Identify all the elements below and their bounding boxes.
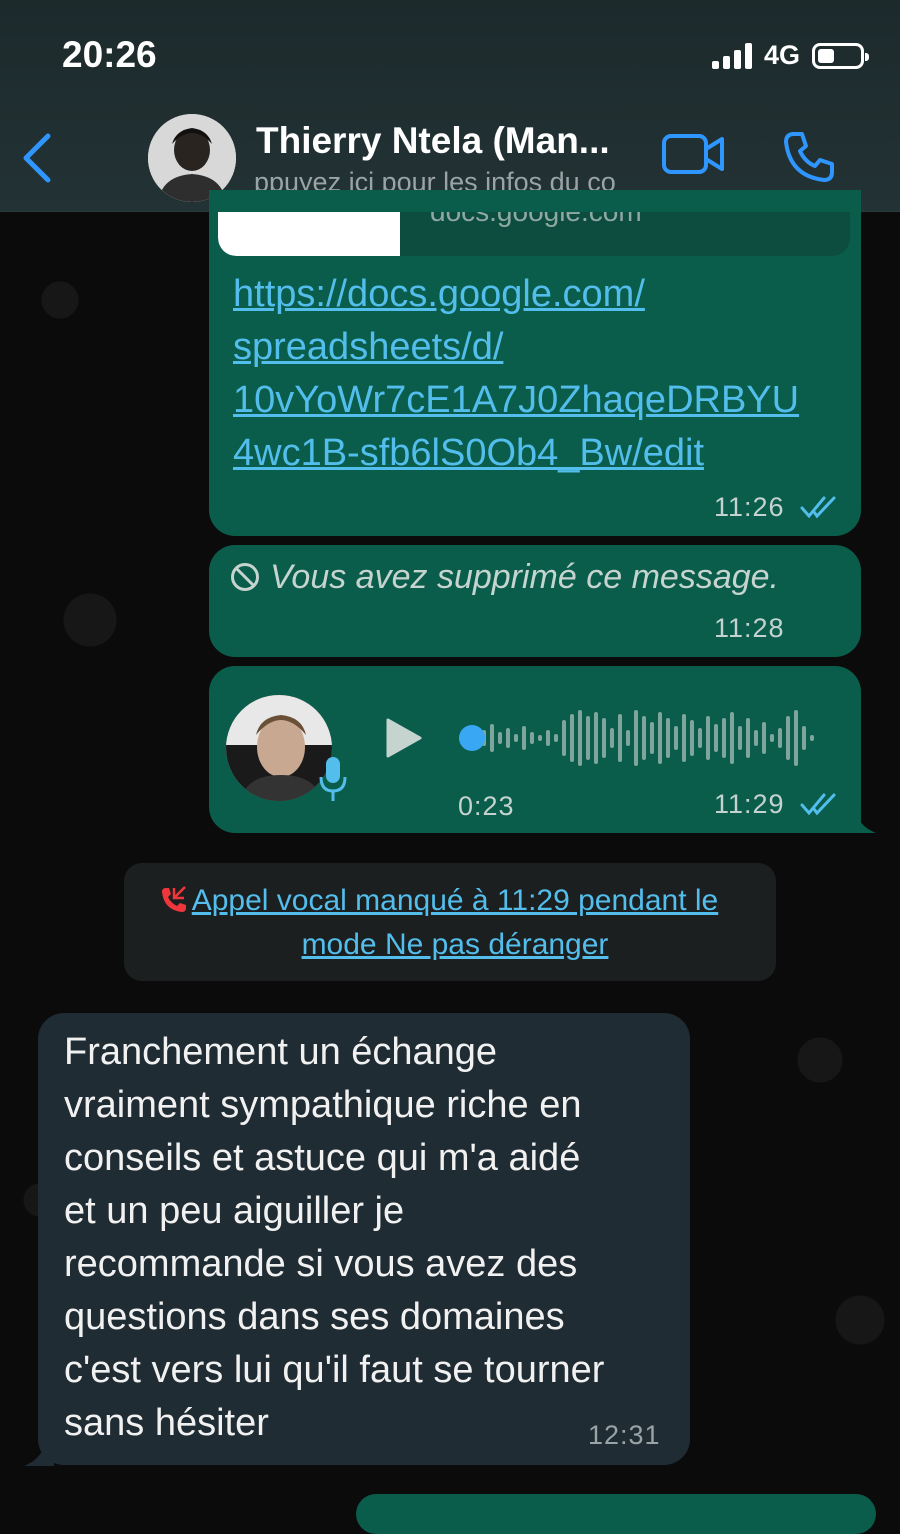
link-line[interactable]: spreadsheets/d/	[233, 321, 833, 374]
missed-call-text[interactable]: Appel vocal manqué à 11:29 pendant le mo…	[150, 879, 750, 967]
playback-scrubber[interactable]	[459, 725, 485, 751]
message-time: 11:28	[714, 613, 785, 643]
contact-avatar[interactable]	[148, 114, 236, 202]
link-line[interactable]: 4wc1B-sfb6lS0Ob4_Bw/edit	[233, 427, 833, 480]
ban-icon	[231, 563, 259, 591]
video-camera-icon	[662, 134, 724, 174]
status-time: 20:26	[62, 34, 157, 75]
voice-duration: 0:23	[458, 791, 515, 821]
deleted-message-text: Vous avez supprimé ce message.	[270, 558, 779, 596]
message-line: vraiment sympathique riche en	[64, 1084, 582, 1126]
message-line: recommande si vous avez des	[64, 1243, 578, 1285]
message-link[interactable]: https://docs.google.com/ spreadsheets/d/…	[233, 268, 833, 480]
bubble-tail	[24, 1438, 54, 1466]
voice-call-button[interactable]	[782, 130, 836, 184]
double-check-icon	[800, 793, 836, 816]
bubble-tail	[846, 805, 876, 833]
avatar-photo	[148, 114, 236, 202]
message-line: et un peu aiguiller je	[64, 1190, 405, 1232]
play-icon[interactable]	[384, 716, 424, 760]
double-check-icon	[800, 496, 836, 519]
link-line[interactable]: https://docs.google.com/	[233, 268, 833, 321]
message-line: questions dans ses domaines	[64, 1296, 565, 1338]
message-time: 11:29	[714, 789, 785, 819]
back-button[interactable]	[14, 128, 64, 188]
phone-icon	[784, 132, 834, 182]
avatar-photo	[226, 695, 332, 801]
link-line[interactable]: 10vYoWr7cE1A7J0ZhaqeDRBYU	[233, 374, 833, 427]
contact-name[interactable]: Thierry Ntela (Man...	[256, 120, 636, 162]
network-type: 4G	[763, 40, 800, 70]
video-call-button[interactable]	[660, 130, 728, 178]
chevron-left-icon	[23, 133, 51, 183]
incoming-message-text: Franchement un échange vraiment sympathi…	[64, 1026, 684, 1450]
microphone-icon	[319, 757, 347, 801]
message-bubble-outgoing-partial[interactable]	[356, 1494, 876, 1534]
voice-sender-avatar	[226, 695, 332, 801]
message-line: c'est vers lui qu'il faut se tourner	[64, 1349, 605, 1391]
signal-icon	[711, 42, 752, 69]
message-line: conseils et astuce qui m'a aidé	[64, 1137, 581, 1179]
message-time: 11:26	[714, 492, 785, 522]
battery-icon	[812, 42, 869, 69]
message-time: 12:31	[588, 1420, 661, 1450]
chat-header: 20:26 4G Thierry Ntela (Man... ppuyez ic…	[0, 0, 900, 212]
link-preview-domain: docs.google.com	[430, 212, 642, 228]
link-preview-card[interactable]: docs.google.com	[218, 212, 850, 256]
voice-waveform[interactable]	[458, 704, 820, 772]
link-preview-thumbnail	[218, 212, 400, 256]
status-indicators: 4G	[711, 40, 869, 71]
message-line: Franchement un échange	[64, 1031, 498, 1073]
